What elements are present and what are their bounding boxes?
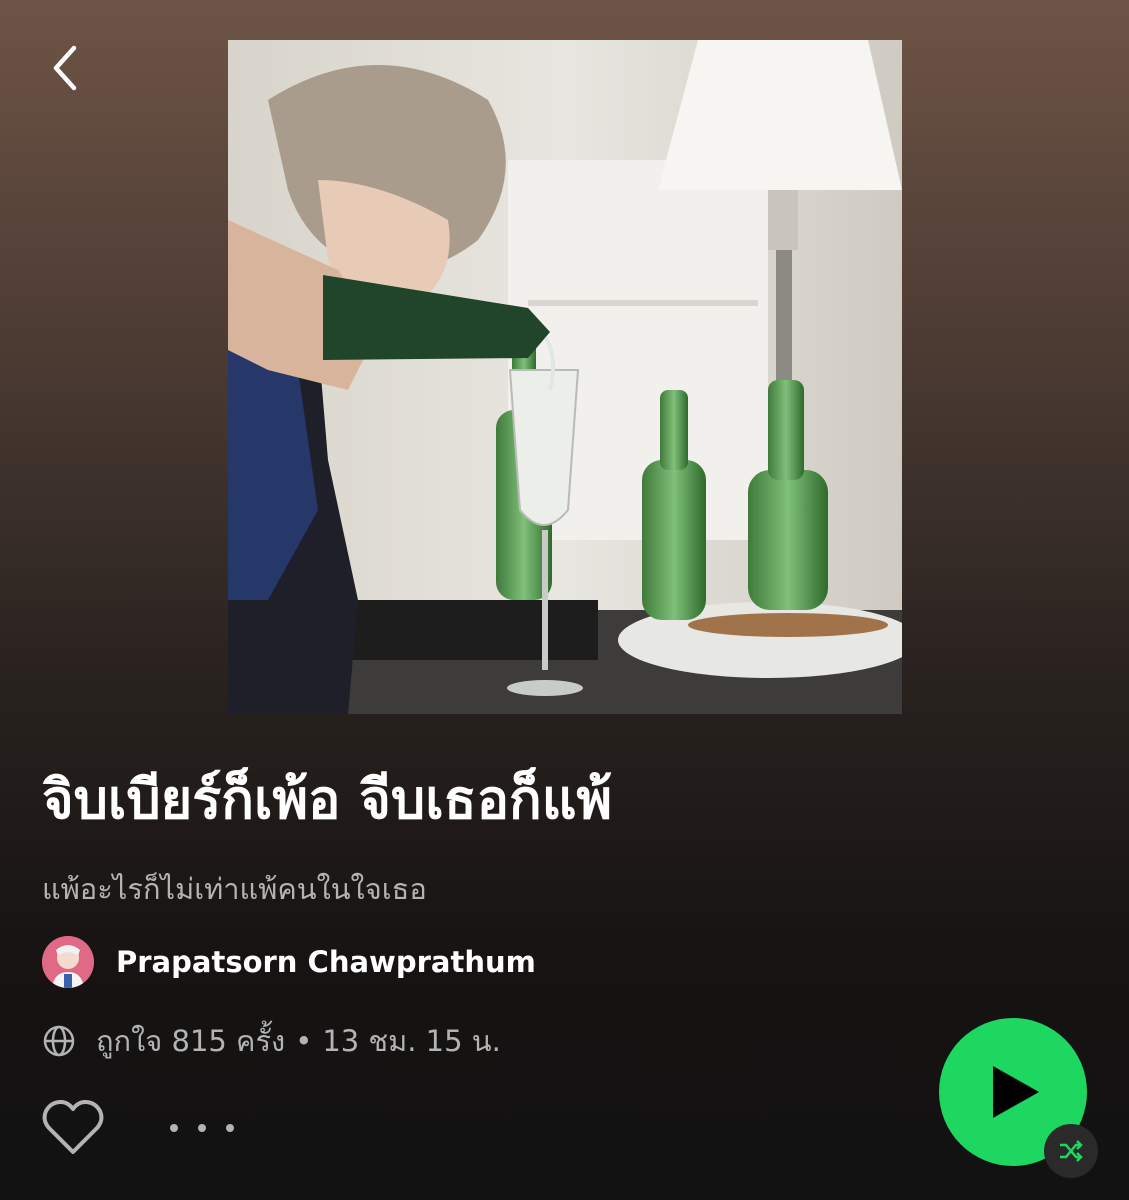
more-dots-icon: [198, 1124, 206, 1132]
globe-icon: [43, 1025, 75, 1057]
playlist-cover-image: [228, 40, 902, 714]
back-button[interactable]: [36, 40, 92, 96]
playlist-title: จิบเบียร์ก็เพ้อ จีบเธอก็แพ้: [42, 768, 613, 831]
heart-outline-icon: [42, 1100, 104, 1154]
shuffle-icon: [1060, 1140, 1083, 1162]
total-duration: 13 ชม. 15 น.: [322, 1024, 501, 1058]
shuffle-button[interactable]: [1044, 1124, 1098, 1178]
more-dots-icon: [226, 1124, 234, 1132]
like-button[interactable]: [40, 1098, 106, 1158]
likes-count: ถูกใจ 815 ครั้ง: [96, 1024, 286, 1058]
playlist-meta: ถูกใจ 815 ครั้ง • 13 ชม. 15 น.: [42, 1018, 501, 1064]
playlist-description: แพ้อะไรก็ไม่เท่าแพ้คนในใจเธอ: [42, 872, 427, 906]
meta-separator: •: [295, 1024, 313, 1058]
more-dots-icon: [170, 1124, 178, 1132]
avatar: [42, 936, 94, 988]
play-icon: [993, 1066, 1039, 1118]
owner-name: Prapatsorn Chawprathum: [116, 945, 536, 979]
playlist-owner[interactable]: Prapatsorn Chawprathum: [42, 936, 536, 988]
more-options-button[interactable]: [170, 1108, 234, 1148]
chevron-left-icon: [53, 45, 77, 91]
